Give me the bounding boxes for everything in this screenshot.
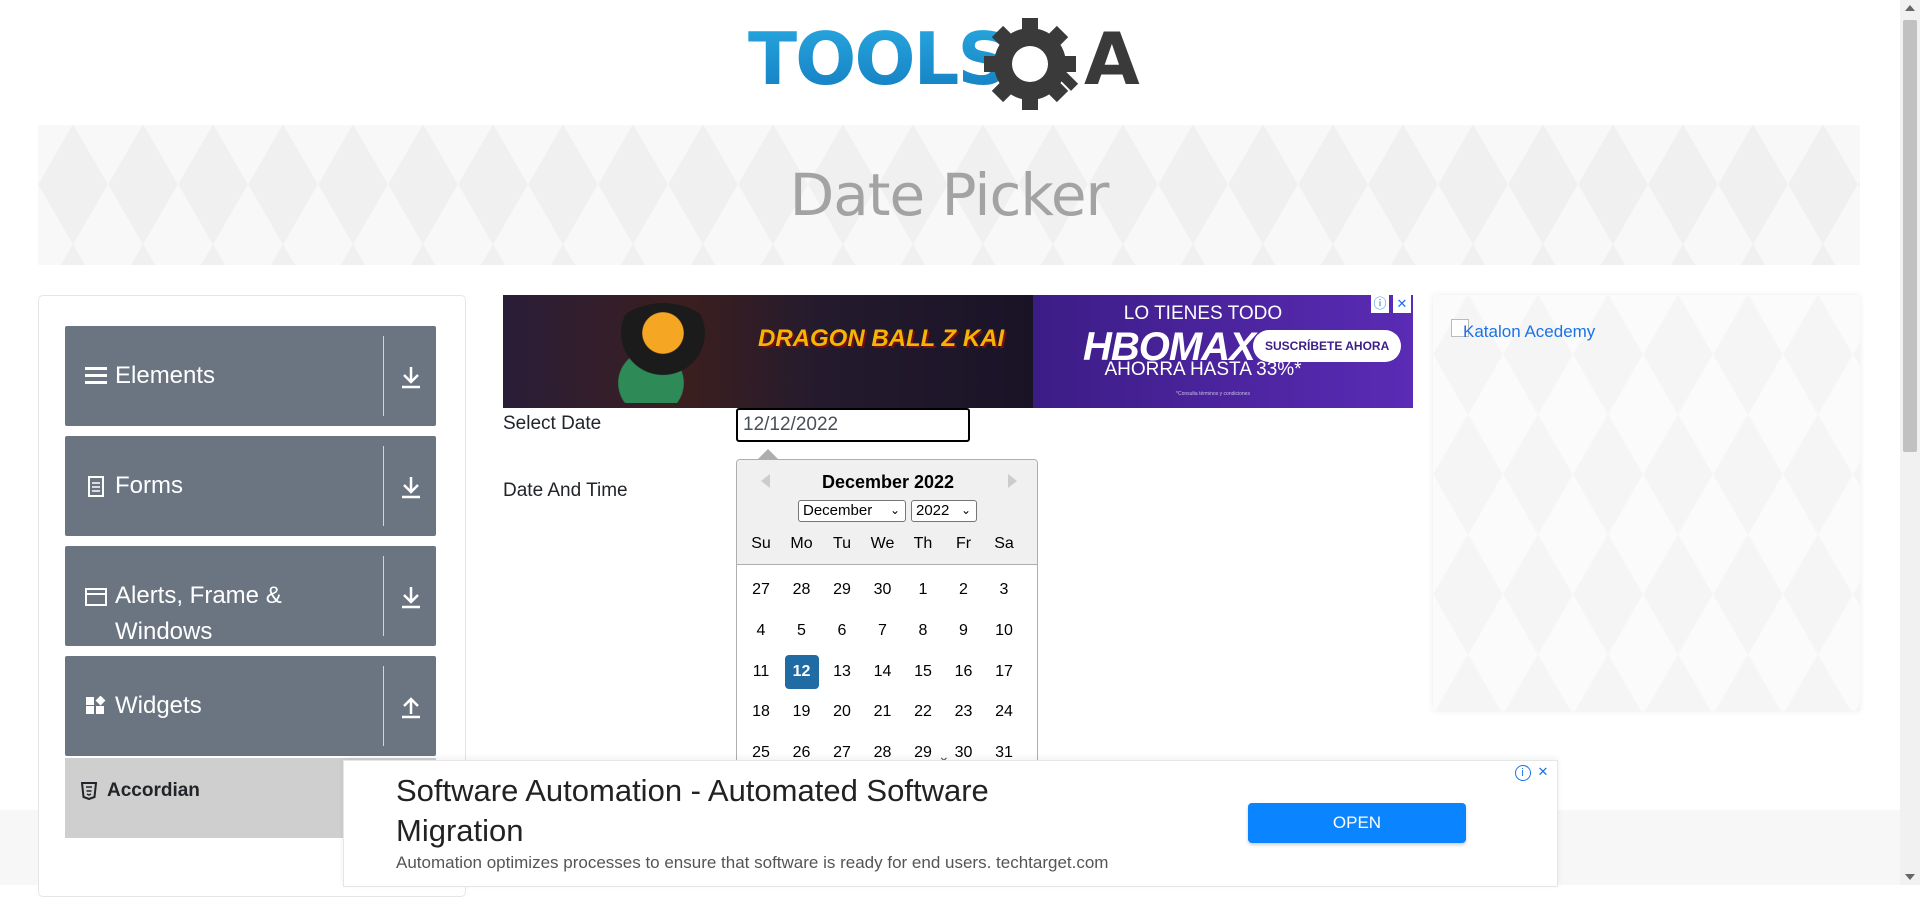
sidebar-group-label: Elements: [115, 362, 216, 389]
calendar-day[interactable]: 7: [866, 614, 900, 648]
calendar-day[interactable]: 4: [744, 614, 778, 648]
download-arrow-icon[interactable]: [396, 362, 426, 392]
ad-title[interactable]: Software Automation - Automated Software…: [396, 771, 1116, 851]
calendar-day[interactable]: 22: [906, 695, 940, 729]
calendar-day[interactable]: 19: [785, 695, 819, 729]
scroll-up-icon[interactable]: [1905, 5, 1915, 11]
download-arrow-icon[interactable]: [396, 472, 426, 502]
calendar-day[interactable]: 8: [906, 614, 940, 648]
calendar-day[interactable]: 16: [947, 655, 981, 689]
document-icon: [88, 476, 104, 497]
calendar-day[interactable]: 3: [987, 573, 1021, 607]
calendar-pointer: [758, 449, 778, 459]
svg-text:TOOLS: TOOLS: [748, 18, 1007, 101]
calendar-day[interactable]: 11: [744, 655, 778, 689]
widgets-icon: [86, 696, 106, 714]
bottom-advertisement[interactable]: Software Automation - Automated Software…: [343, 760, 1558, 887]
calendar-day[interactable]: 17: [987, 655, 1021, 689]
divider: [383, 556, 384, 636]
scrollbar-thumb[interactable]: [1903, 20, 1917, 452]
year-select-value: 2022: [916, 502, 950, 519]
divider: [383, 666, 384, 746]
sidebar-group-alerts-frame-windows[interactable]: Alerts, Frame & Windows: [65, 546, 436, 646]
download-arrow-icon[interactable]: [396, 582, 426, 612]
sidebar-group-elements[interactable]: Elements: [65, 326, 436, 426]
calendar-day[interactable]: 10: [987, 614, 1021, 648]
page-title: Date Picker: [789, 161, 1110, 229]
vertical-scrollbar[interactable]: [1900, 0, 1920, 885]
calendar-day[interactable]: 23: [947, 695, 981, 729]
hamburger-icon: [85, 367, 107, 384]
weekday-label: Sa: [994, 535, 1014, 552]
sidebar-group-widgets[interactable]: Widgets: [65, 656, 436, 756]
month-select-value: December: [803, 502, 873, 519]
toolsqa-logo[interactable]: TOOLS A: [748, 18, 1154, 114]
ad-fine-print: *Consulta términos y condiciones: [1176, 391, 1250, 397]
sidebar-item-label: Accordian: [107, 780, 200, 801]
select-date-label: Select Date: [503, 413, 602, 434]
ad-image-alt-text[interactable]: Katalon Acedemy: [1463, 322, 1595, 342]
window-icon: [85, 588, 107, 606]
date-and-time-label: Date And Time: [503, 480, 628, 501]
ad-close-icon[interactable]: ✕: [1535, 764, 1551, 780]
weekday-label: Su: [751, 535, 771, 552]
weekday-label: Mo: [790, 535, 813, 552]
page-header-banner: Date Picker: [38, 125, 1860, 265]
calendar-header: December 2022 December ⌄ 2022 ⌄ Su Mo Tu We…: [737, 460, 1037, 565]
calendar-day[interactable]: 28: [785, 573, 819, 607]
calendar-day[interactable]: 9: [947, 614, 981, 648]
year-select[interactable]: 2022 ⌄: [911, 500, 977, 522]
calendar-day[interactable]: 14: [866, 655, 900, 689]
upload-arrow-icon[interactable]: [396, 692, 426, 722]
html5-icon: [81, 782, 97, 800]
calendar-day[interactable]: 15: [906, 655, 940, 689]
scroll-down-icon[interactable]: [1905, 874, 1915, 880]
ad-headline: LO TIENES TODO: [1123, 303, 1283, 324]
calendar-day-selected[interactable]: 12: [784, 654, 819, 689]
chevron-down-icon: ⌄: [889, 503, 900, 517]
calendar-day[interactable]: 2: [947, 573, 981, 607]
weekday-label: Th: [913, 535, 933, 552]
next-month-icon[interactable]: [1008, 474, 1017, 488]
calendar-day[interactable]: 13: [825, 655, 859, 689]
calendar-day[interactable]: 20: [825, 695, 859, 729]
month-select[interactable]: December ⌄: [798, 500, 906, 522]
calendar-month-title: December 2022: [821, 472, 955, 492]
sidebar-group-label: Widgets: [115, 692, 202, 719]
calendar-day[interactable]: 21: [866, 695, 900, 729]
calendar-day[interactable]: 27: [744, 573, 778, 607]
svg-text:A: A: [1084, 18, 1140, 101]
weekday-label: We: [870, 535, 895, 552]
sidebar-group-label-line2: Windows: [115, 618, 213, 645]
calendar-day[interactable]: 5: [785, 614, 819, 648]
chevron-down-icon: ⌄: [960, 503, 971, 517]
calendar-day[interactable]: 6: [825, 614, 859, 648]
ad-info-icon[interactable]: ⓘ: [1371, 295, 1389, 313]
weekday-label: Fr: [955, 535, 972, 552]
top-advertisement[interactable]: DRAGON BALL Z KAI LO TIENES TODO HBOMAX …: [503, 295, 1413, 408]
weekday-label: Tu: [832, 535, 852, 552]
calendar-day[interactable]: 30: [866, 573, 900, 607]
ad-controls: i ✕: [1514, 763, 1551, 781]
ad-open-button[interactable]: OPEN: [1248, 803, 1466, 843]
ad-info-icon[interactable]: i: [1514, 765, 1531, 781]
select-date-input[interactable]: [736, 408, 970, 442]
sidebar-group-label: Alerts, Frame &: [115, 582, 282, 609]
right-advertisement[interactable]: Katalon Acedemy: [1433, 295, 1860, 711]
ad-character-image: [603, 303, 723, 403]
gear-icon: [984, 18, 1079, 110]
ad-offer: AHORRA HASTA 33%*: [1104, 359, 1302, 380]
sidebar-group-label: Forms: [115, 472, 183, 499]
ad-cta-button[interactable]: SUSCRÍBETE AHORA: [1253, 330, 1402, 362]
calendar-day[interactable]: 1: [906, 573, 940, 607]
sidebar-group-forms[interactable]: Forms: [65, 436, 436, 536]
calendar-day[interactable]: 29: [825, 573, 859, 607]
ad-close-icon[interactable]: ✕: [1393, 295, 1411, 313]
divider: [383, 446, 384, 526]
calendar-day[interactable]: 24: [987, 695, 1021, 729]
divider: [383, 336, 384, 416]
calendar-day[interactable]: 18: [744, 695, 778, 729]
ad-description: Automation optimizes processes to ensure…: [396, 853, 1109, 872]
ad-show-title: DRAGON BALL Z KAI: [758, 325, 1005, 352]
